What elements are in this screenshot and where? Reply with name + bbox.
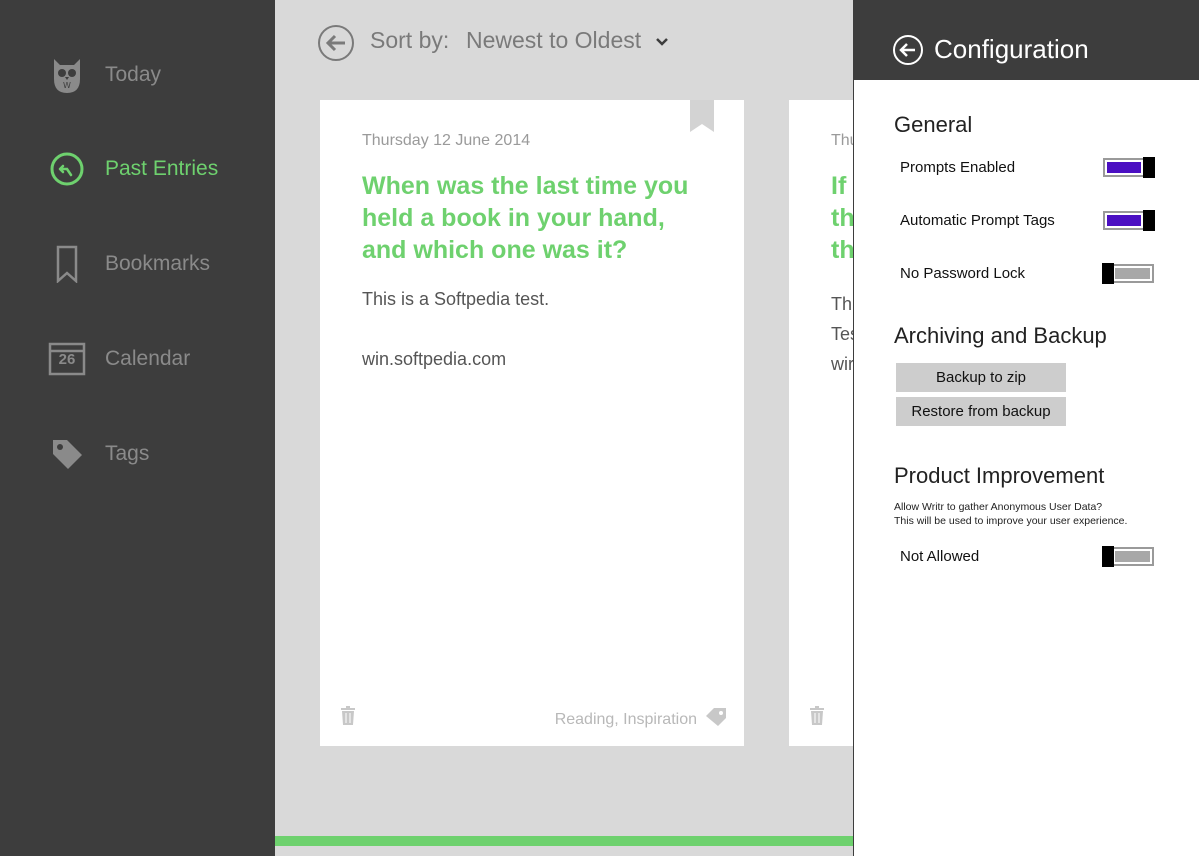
trash-icon[interactable] xyxy=(340,706,356,730)
backup-to-zip-button[interactable]: Backup to zip xyxy=(896,363,1066,392)
entry-date: Thursday 12 June 2014 xyxy=(362,132,531,149)
panel-header: Configuration xyxy=(854,0,1199,80)
back-button[interactable] xyxy=(318,25,354,61)
description-line: Allow Writr to gather Anonymous User Dat… xyxy=(894,501,1103,513)
sidebar-item-past-entries[interactable]: Past Entries xyxy=(0,134,275,204)
section-title-product-improvement: Product Improvement xyxy=(894,463,1105,488)
prompt-line: th xyxy=(831,204,855,232)
tag-icon xyxy=(48,432,86,476)
entry-text: This is a Softpedia test. xyxy=(362,289,550,309)
setting-label: Prompts Enabled xyxy=(900,159,1016,176)
entry-tags[interactable]: Reading, Inspiration xyxy=(555,711,697,729)
back-button[interactable] xyxy=(893,35,923,65)
calendar-day: 26 xyxy=(58,351,76,368)
bookmark-icon xyxy=(48,242,86,286)
entry-text-line: Tes xyxy=(831,324,855,344)
sort-dropdown[interactable]: Newest to Oldest xyxy=(466,27,641,54)
no-password-lock-toggle[interactable] xyxy=(1102,263,1154,284)
owl-icon: W xyxy=(48,53,86,97)
sidebar-item-today[interactable]: W Today xyxy=(0,40,275,110)
prompt-line: If xyxy=(831,172,847,200)
sidebar-item-calendar[interactable]: 26 Calendar xyxy=(0,324,275,394)
chevron-down-icon[interactable] xyxy=(655,32,669,51)
entry-text: Thi Tes wir xyxy=(831,289,855,379)
sidebar-item-tags[interactable]: Tags xyxy=(0,419,275,489)
entry-prompt: When was the last time you held a book i… xyxy=(362,172,689,264)
panel-title: Configuration xyxy=(934,34,1089,64)
anonymous-data-toggle[interactable] xyxy=(1102,546,1154,567)
setting-label: Automatic Prompt Tags xyxy=(900,212,1055,229)
configuration-panel: Configuration General Prompts Enabled Au… xyxy=(853,0,1199,856)
tag-icon xyxy=(704,706,728,732)
sidebar-item-label: Today xyxy=(105,63,162,86)
bookmark-ribbon-icon[interactable] xyxy=(690,100,714,136)
clock-back-icon xyxy=(48,147,86,191)
entry-prompt: If th th xyxy=(831,170,855,266)
prompt-line: th xyxy=(831,236,855,264)
restore-from-backup-button[interactable]: Restore from backup xyxy=(896,397,1066,426)
section-title-archiving: Archiving and Backup xyxy=(894,323,1107,348)
setting-label: Not Allowed xyxy=(900,548,980,565)
sidebar-item-label: Tags xyxy=(105,442,150,465)
section-title-general: General xyxy=(894,112,973,137)
svg-text:W: W xyxy=(63,81,71,90)
arrow-left-icon xyxy=(899,43,915,57)
entries-area: Sort by: Newest to Oldest Thursday 12 Ju… xyxy=(275,0,855,846)
sidebar-item-label: Bookmarks xyxy=(105,252,211,275)
sort-label: Sort by: xyxy=(370,27,450,53)
calendar-icon: 26 xyxy=(48,337,86,381)
entry-card[interactable]: Thu If th th Thi Tes wir xyxy=(789,100,855,746)
entry-date: Thu xyxy=(831,132,855,149)
sidebar-item-bookmarks[interactable]: Bookmarks xyxy=(0,229,275,299)
description-line: This will be used to improve your user e… xyxy=(894,515,1128,527)
arrow-left-icon xyxy=(325,34,345,52)
setting-label: No Password Lock xyxy=(900,265,1026,282)
sidebar-item-label: Past Entries xyxy=(105,157,219,180)
prompts-enabled-toggle[interactable] xyxy=(1103,157,1155,178)
sidebar-item-label: Calendar xyxy=(105,347,191,370)
sidebar: W Today Past Entries Bookmarks 26 Calend… xyxy=(0,0,275,856)
entry-text-line: wir xyxy=(831,354,854,374)
entry-text: win.softpedia.com xyxy=(362,349,507,369)
improvement-description: Allow Writr to gather Anonymous User Dat… xyxy=(894,500,1127,528)
entry-card[interactable]: Thursday 12 June 2014 When was the last … xyxy=(320,100,744,746)
automatic-prompt-tags-toggle[interactable] xyxy=(1103,210,1155,231)
entry-text-line: Thi xyxy=(831,294,855,314)
trash-icon[interactable] xyxy=(809,706,825,730)
bottom-accent-bar xyxy=(275,836,855,846)
